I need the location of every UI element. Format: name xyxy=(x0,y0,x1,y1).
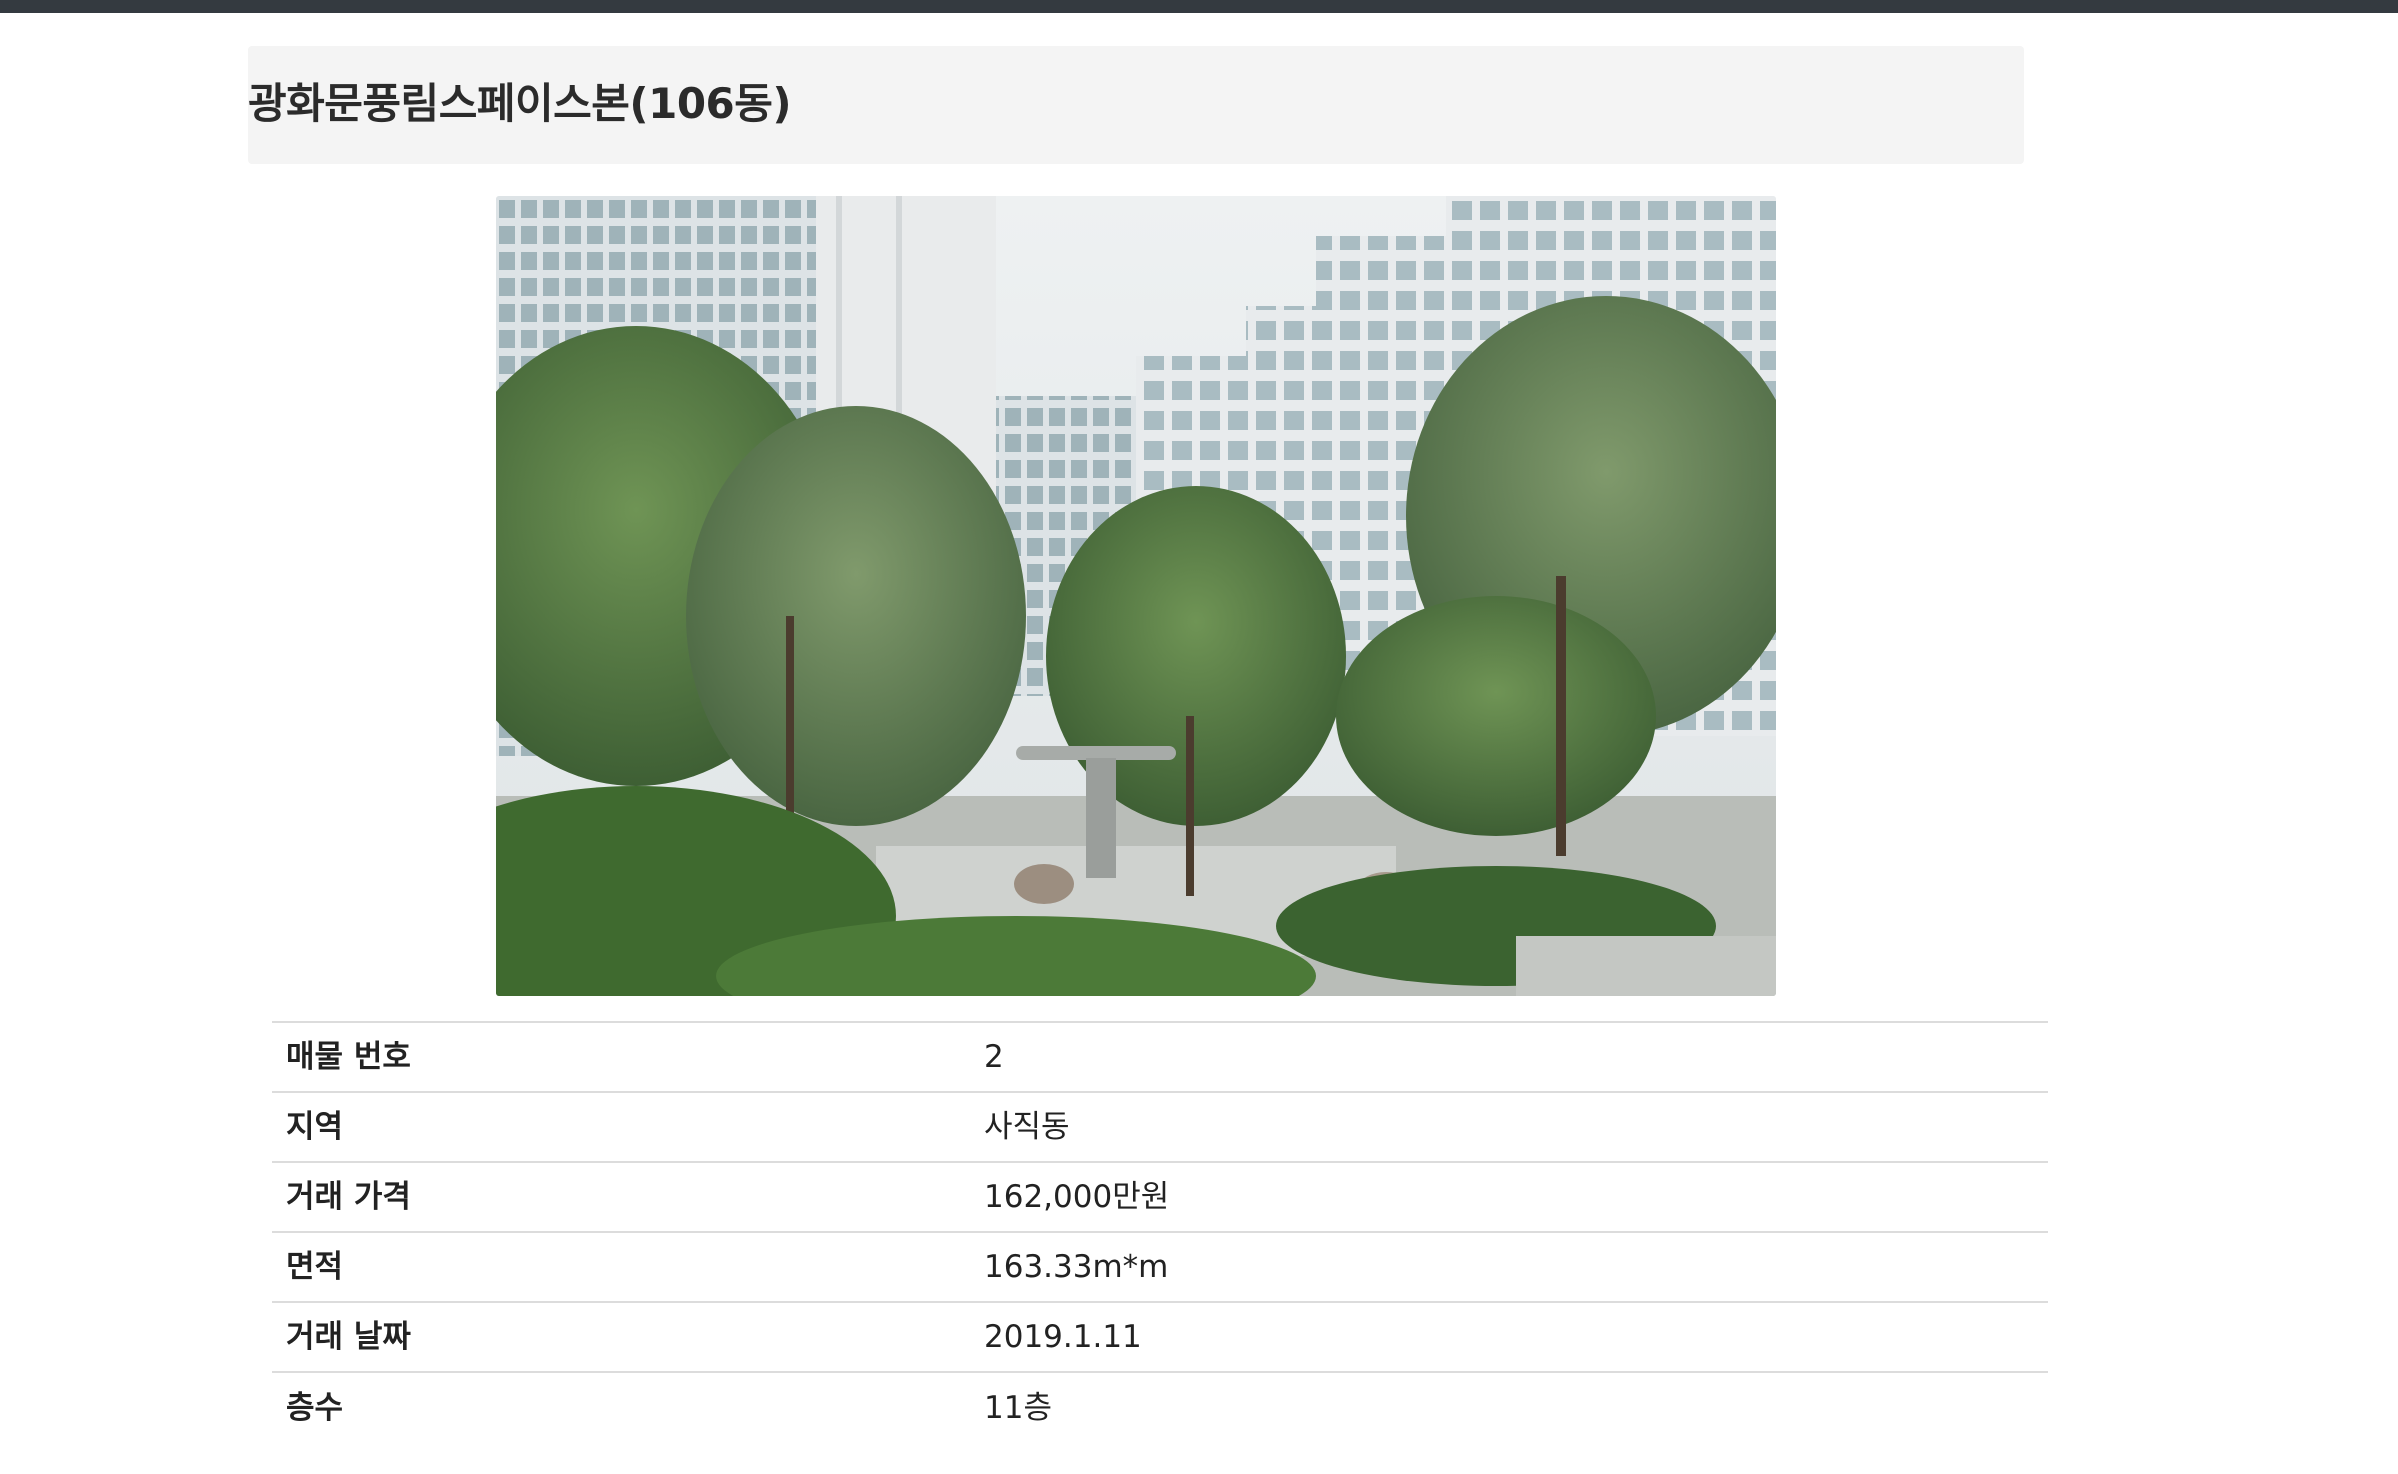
table-row: 층수 11층 xyxy=(272,1371,2048,1442)
row-label: 매물 번호 xyxy=(272,1021,984,1092)
table-row: 거래 가격 162,000만원 xyxy=(272,1161,2048,1232)
row-label: 거래 날짜 xyxy=(272,1301,984,1372)
table-row: 지역 사직동 xyxy=(272,1091,2048,1162)
row-value: 162,000만원 xyxy=(984,1161,2048,1232)
row-label: 면적 xyxy=(272,1231,984,1302)
top-navbar xyxy=(0,0,2398,13)
property-details-table: 매물 번호 2 지역 사직동 거래 가격 162,000만원 면적 163.33… xyxy=(272,1021,2048,1442)
property-photo xyxy=(496,196,1776,996)
row-value: 사직동 xyxy=(984,1091,2048,1162)
row-label: 거래 가격 xyxy=(272,1161,984,1232)
table-row: 매물 번호 2 xyxy=(272,1021,2048,1092)
row-label: 지역 xyxy=(272,1091,984,1162)
row-value: 2019.1.11 xyxy=(984,1301,2048,1372)
title-panel: 광화문풍림스페이스본(106동) xyxy=(248,46,2024,164)
row-value: 163.33m*m xyxy=(984,1231,2048,1302)
page-title: 광화문풍림스페이스본(106동) xyxy=(248,79,792,128)
row-value: 2 xyxy=(984,1021,2048,1092)
row-value: 11층 xyxy=(984,1371,2048,1442)
row-label: 층수 xyxy=(272,1371,984,1442)
table-row: 거래 날짜 2019.1.11 xyxy=(272,1301,2048,1372)
table-row: 면적 163.33m*m xyxy=(272,1231,2048,1302)
